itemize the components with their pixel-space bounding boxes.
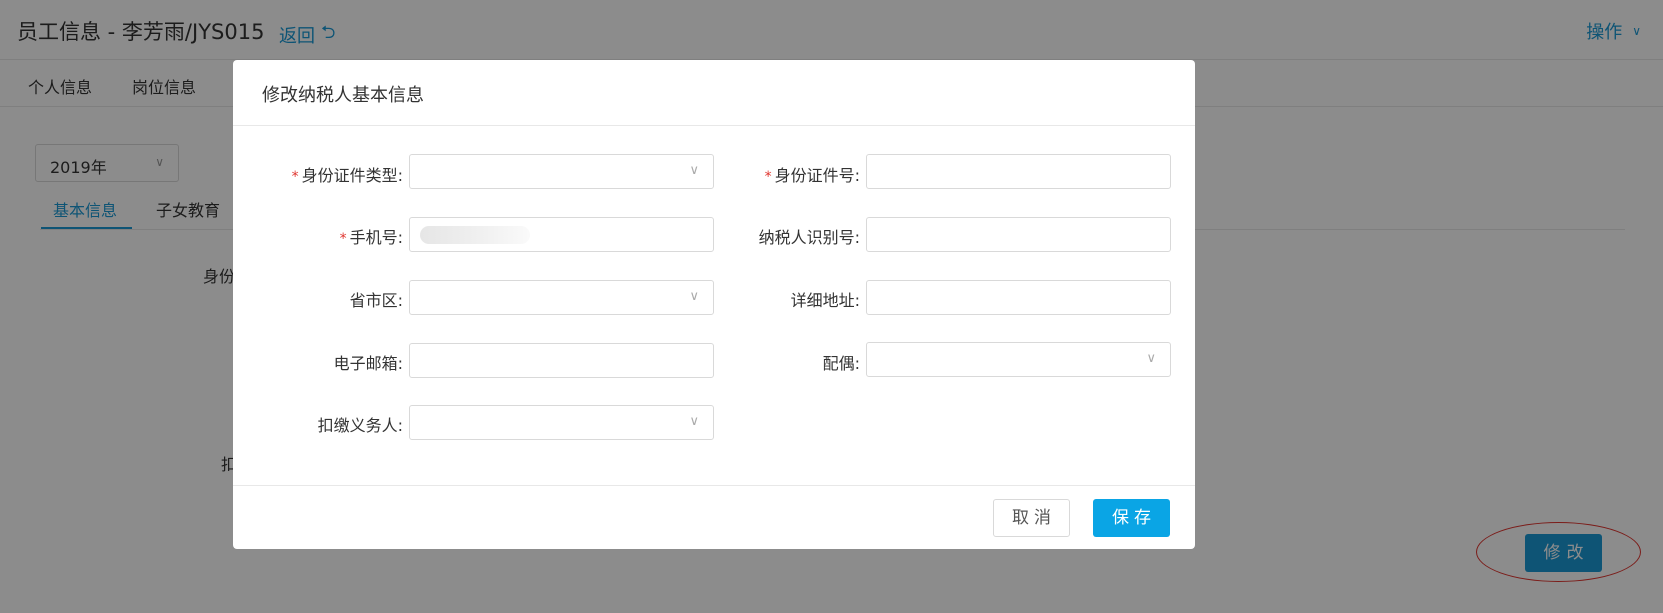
- chevron-down-icon: ∨: [1146, 351, 1156, 366]
- phone-input[interactable]: [409, 217, 714, 252]
- email-input[interactable]: [409, 343, 714, 378]
- phone-label-text: 手机号:: [349, 228, 403, 247]
- cancel-button[interactable]: 取消: [993, 499, 1070, 537]
- email-label: 电子邮箱:: [333, 354, 403, 373]
- id-number-label: * 身份证件号:: [690, 162, 860, 186]
- taxpayer-id-input[interactable]: [866, 217, 1171, 252]
- modal-header: 修改纳税人基本信息: [233, 60, 1195, 126]
- spouse-select[interactable]: ∨: [866, 342, 1171, 377]
- modal-title: 修改纳税人基本信息: [262, 85, 424, 106]
- id-type-select[interactable]: ∨: [409, 154, 714, 189]
- id-number-input[interactable]: [866, 154, 1171, 189]
- address-input[interactable]: [866, 280, 1171, 315]
- required-mark: *: [764, 169, 772, 185]
- taxpayer-id-label: 纳税人识别号:: [758, 228, 860, 247]
- blurred-phone-value: [420, 226, 530, 244]
- address-label: 详细地址:: [790, 291, 860, 310]
- save-button[interactable]: 保存: [1093, 499, 1170, 537]
- phone-label: * 手机号:: [233, 224, 403, 248]
- required-mark: *: [339, 231, 347, 247]
- required-mark: *: [291, 169, 299, 185]
- edit-taxpayer-modal: 修改纳税人基本信息 * 身份证件类型: ∨ * 身份证件号: * 手机号: 纳税人识别…: [233, 60, 1195, 549]
- id-number-label-text: 身份证件号:: [774, 166, 860, 185]
- id-type-label: * 身份证件类型:: [233, 162, 403, 186]
- withholding-agent-select[interactable]: ∨: [409, 405, 714, 440]
- province-select[interactable]: ∨: [409, 280, 714, 315]
- province-label: 省市区:: [349, 291, 403, 310]
- withholding-agent-label: 扣缴义务人:: [317, 416, 403, 435]
- spouse-label: 配偶:: [822, 354, 860, 373]
- modal-footer: 取消 保存: [233, 485, 1195, 549]
- id-type-label-text: 身份证件类型:: [301, 166, 403, 185]
- chevron-down-icon: ∨: [689, 414, 699, 429]
